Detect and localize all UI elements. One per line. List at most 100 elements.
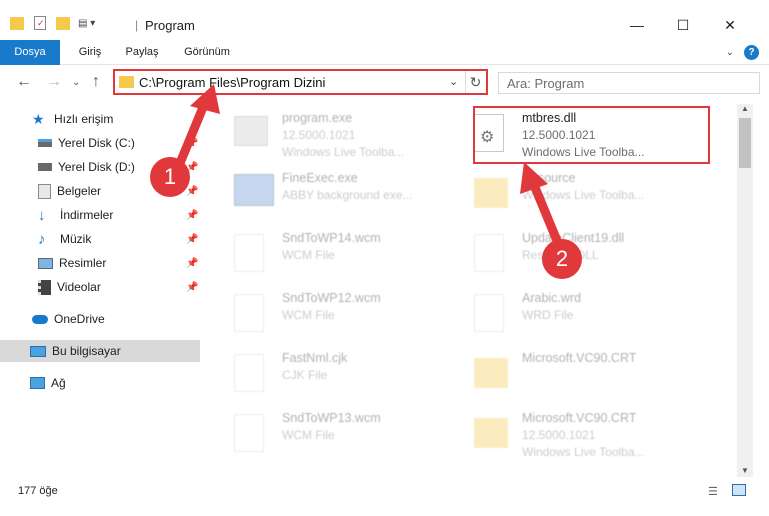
file-name: SndToWP13.wcm [282,411,381,425]
file-item[interactable]: FastNml.cjk CJK File [220,346,460,400]
file-item[interactable]: SndToWP12.wcm WCM File [220,286,460,340]
documents-icon [38,183,51,199]
sidebar-item-label: Belgeler [57,184,102,198]
sidebar-item-this-pc[interactable]: Bu bilgisayar [0,340,200,362]
file-item[interactable]: Resource Windows Live Toolba... [460,166,700,220]
callout-badge-2: 2 [542,239,582,279]
music-icon: ♪ [38,231,46,248]
pin-icon[interactable]: 📌 [186,258,198,269]
folder-icon [474,418,508,448]
sidebar-item-pictures[interactable]: Resimler 📌 [0,252,200,274]
drive-icon [38,163,52,171]
executable-icon [234,174,274,206]
sidebar-item-music[interactable]: ♪ Müzik 📌 [0,228,200,250]
file-name: SndToWP12.wcm [282,291,381,305]
quick-access-toolbar: ✓ ▤ ▾ [10,16,95,30]
document-icon [234,354,264,392]
file-version: 12.5000.1021 [522,428,596,442]
pin-icon[interactable]: 📌 [186,282,198,293]
chevron-down-icon[interactable]: ⌄ [449,75,458,88]
file-type: WRD File [522,308,574,322]
file-name: FineExec.exe [282,171,358,185]
file-item[interactable]: SndToWP13.wcm WCM File [220,406,460,460]
new-folder-icon[interactable] [56,16,70,30]
tab-file[interactable]: Dosya [0,40,60,65]
folder-icon [474,178,508,208]
tab-share[interactable]: Paylaş [120,40,164,65]
file-type: CJK File [282,368,328,382]
dll-file-icon [474,234,504,272]
file-name: Microsoft.VC90.CRT [522,411,637,425]
file-name: Microsoft.VC90.CRT [522,351,637,365]
drive-icon [38,139,52,147]
large-icons-view-icon[interactable] [732,484,746,496]
title-separator: | [135,18,139,32]
sidebar-item-label: Videolar [57,280,101,294]
file-item[interactable]: Microsoft.VC90.CRT 12.5000.1021 Windows … [460,406,700,460]
sidebar-item-label: Resimler [59,256,107,270]
document-icon [234,294,264,332]
vertical-scrollbar[interactable]: ▲ ▼ [737,104,753,477]
sidebar-item-network[interactable]: Ağ [0,372,200,394]
recent-locations-icon[interactable]: ⌄ [72,77,80,88]
video-icon [38,279,51,295]
back-icon[interactable]: ← [16,73,32,91]
file-name: FastNml.cjk [282,351,348,365]
sidebar-item-disk-c[interactable]: Yerel Disk (C:) 📌 [0,132,200,154]
pin-icon[interactable]: 📌 [186,234,198,245]
sidebar-item-quick-access[interactable]: ★ Hızlı erişim [0,108,200,130]
ribbon: Dosya Giriş Paylaş Görünüm ⌄ ? [0,40,769,65]
sidebar-item-label: Bu bilgisayar [52,344,121,358]
title-bar: ✓ ▤ ▾ | Program — ☐ ✕ [0,0,769,40]
sidebar-item-label: İndirmeler [60,208,114,222]
download-icon: ↓ [38,207,46,224]
pin-icon[interactable]: 📌 [186,210,198,221]
window-title: Program [145,18,195,33]
file-description: Windows Live Toolba... [522,445,645,459]
close-button[interactable]: ✕ [710,10,750,40]
sidebar-item-label: OneDrive [54,312,105,326]
scroll-up-icon[interactable]: ▲ [741,104,749,113]
file-item[interactable]: program.exe 12.5000.1021 Windows Live To… [220,106,460,160]
pin-icon[interactable]: 📌 [186,186,198,197]
maximize-button[interactable]: ☐ [663,10,703,40]
sidebar-item-label: Yerel Disk (C:) [58,136,135,150]
customize-toolbar-icon[interactable]: ▤ ▾ [78,18,95,29]
sidebar-item-onedrive[interactable]: OneDrive [0,308,200,330]
file-description: Windows Live Toolba... [522,188,645,202]
file-name: Arabic.wrd [522,291,582,305]
document-icon [474,294,504,332]
search-placeholder: Ara: Program [507,76,585,91]
search-input[interactable]: Ara: Program [498,72,760,94]
pin-icon[interactable]: 📌 [186,138,198,149]
status-bar: 177 öğe ☰ [0,480,769,504]
help-icon[interactable]: ? [744,45,759,60]
file-description: ABBY background exe... [282,188,413,202]
network-icon [30,377,45,389]
file-name: program.exe [282,111,353,125]
file-item[interactable]: SndToWP14.wcm WCM File [220,226,460,280]
file-item[interactable]: FineExec.exe ABBY background exe... [220,166,460,220]
sidebar-item-videos[interactable]: Videolar 📌 [0,276,200,298]
sidebar-item-label: Hızlı erişim [54,112,114,126]
details-view-icon[interactable]: ☰ [708,485,718,498]
refresh-icon[interactable]: ↻ [465,71,485,93]
folder-icon [10,16,24,30]
document-icon [234,414,264,452]
tab-view[interactable]: Görünüm [178,40,236,65]
expand-ribbon-icon[interactable]: ⌄ [726,47,734,58]
address-bar[interactable]: C:\Program Files\Program Dizini ⌄ ↻ [113,69,488,95]
up-icon[interactable]: ↑ [92,73,100,91]
scrollbar-thumb[interactable] [739,118,751,168]
minimize-button[interactable]: — [617,10,657,40]
computer-icon [30,345,46,357]
scroll-down-icon[interactable]: ▼ [741,466,749,475]
file-item[interactable]: Microsoft.VC90.CRT [460,346,700,400]
forward-icon[interactable]: → [46,73,62,91]
sidebar-item-downloads[interactable]: ↓ İndirmeler 📌 [0,204,200,226]
document-icon [234,234,264,272]
tab-home[interactable]: Giriş [72,40,108,65]
properties-icon[interactable]: ✓ [34,16,46,30]
executable-icon [234,116,268,146]
file-item[interactable]: Arabic.wrd WRD File [460,286,700,340]
